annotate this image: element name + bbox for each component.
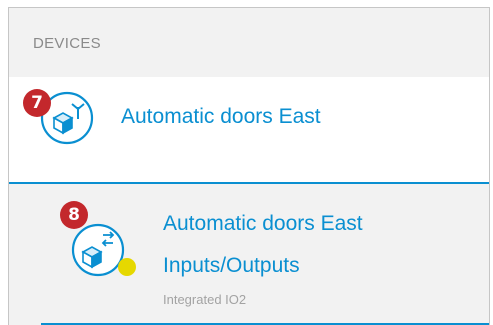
panel-header: DEVICES — [9, 8, 489, 77]
device-item-automatic-doors-east[interactable]: 7 Automatic doors East — [9, 77, 489, 184]
io-module-icon — [71, 223, 136, 277]
sub-device-item-inputs-outputs[interactable]: 8 Automatic doors East Inputs/Outputs In… — [9, 184, 489, 325]
panel-title: DEVICES — [33, 35, 101, 52]
step-badge-7: 7 — [23, 89, 51, 117]
sub-device-label-line1: Automatic doors East — [163, 212, 363, 235]
sub-device-label-line2: Inputs/Outputs — [163, 254, 300, 277]
device-label: Automatic doors East — [121, 105, 321, 128]
step-badge-8: 8 — [60, 201, 88, 229]
devices-panel: DEVICES 7 Automatic doors East 8 Automat… — [8, 7, 490, 325]
sub-device-caption: Integrated IO2 — [163, 292, 247, 307]
